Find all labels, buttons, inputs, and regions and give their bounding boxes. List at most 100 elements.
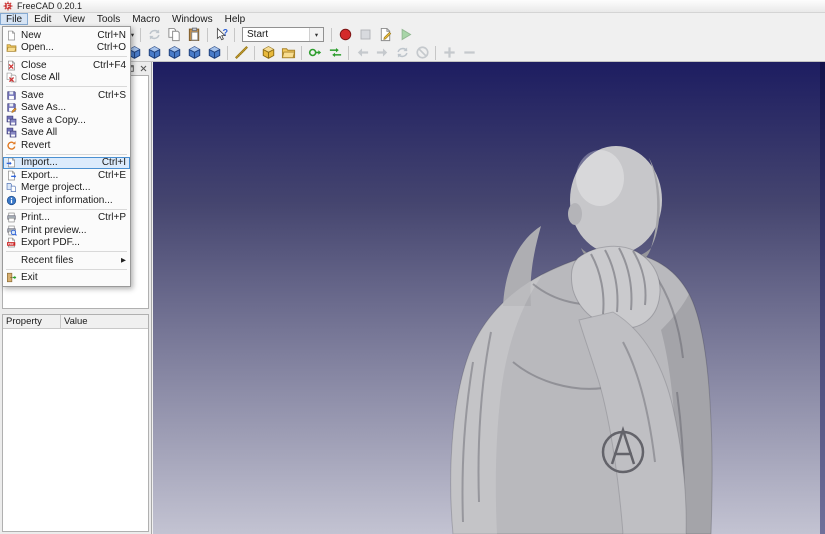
menu-item-export[interactable]: Export...Ctrl+E: [3, 169, 130, 182]
menu-item-exit[interactable]: Exit: [3, 272, 130, 285]
info-icon: [6, 195, 21, 206]
paste-button[interactable]: [184, 26, 204, 43]
close-doc-icon: [6, 60, 21, 71]
menu-windows[interactable]: Windows: [166, 13, 219, 25]
view-rear-icon: [167, 45, 182, 60]
macro-edit-button[interactable]: [375, 26, 395, 43]
svg-text:PDF: PDF: [8, 242, 14, 246]
zoom-out-icon: [462, 45, 477, 60]
dock-close-button[interactable]: [138, 63, 149, 74]
merge-icon: [6, 182, 21, 193]
create-part-icon: [261, 45, 276, 60]
file-menu-popup: NewCtrl+NOpen...Ctrl+O CloseCtrl+F4Close …: [2, 26, 131, 287]
pdf-icon: PDF: [6, 237, 21, 248]
3d-viewport[interactable]: [153, 62, 825, 534]
menu-help[interactable]: Help: [219, 13, 252, 25]
menu-item-save[interactable]: SaveCtrl+S: [3, 89, 130, 102]
property-column-header[interactable]: Property: [3, 315, 61, 328]
copy-button[interactable]: [164, 26, 184, 43]
value-column-header[interactable]: Value: [61, 315, 148, 328]
web-refresh-button: [392, 44, 412, 61]
view-bottom-button[interactable]: [184, 44, 204, 61]
menu-item-save-a-copy[interactable]: Save a Copy...: [3, 114, 130, 127]
stop-icon: [358, 27, 373, 42]
web-stop-icon: [415, 45, 430, 60]
paste-icon: [187, 27, 202, 42]
record-button[interactable]: [335, 26, 355, 43]
menu-item-revert[interactable]: Revert: [3, 139, 130, 152]
workbench-selector[interactable]: Start▾: [242, 27, 324, 42]
toolbar-separator: [301, 46, 302, 60]
save-icon: [6, 90, 21, 101]
export-icon: [6, 170, 21, 181]
save-as-icon: [6, 102, 21, 113]
import-icon: [6, 157, 21, 168]
menu-tools[interactable]: Tools: [91, 13, 126, 25]
menu-item-save-all[interactable]: Save All: [3, 127, 130, 140]
view-right-button[interactable]: [144, 44, 164, 61]
link-replace-button[interactable]: [325, 44, 345, 61]
menubar: FileEditViewToolsMacroWindowsHelp: [0, 13, 825, 25]
nav-back-button: [352, 44, 372, 61]
menu-item-open[interactable]: Open...Ctrl+O: [3, 42, 130, 55]
svg-text:?: ?: [222, 27, 227, 37]
exit-icon: [6, 272, 21, 283]
toolbar-separator: [435, 46, 436, 60]
menu-item-export-pdf[interactable]: PDFExport PDF...: [3, 237, 130, 250]
web-refresh-icon: [395, 45, 410, 60]
menu-item-new[interactable]: NewCtrl+N: [3, 29, 130, 42]
stop-button: [355, 26, 375, 43]
menu-item-close-all[interactable]: Close All: [3, 72, 130, 85]
menu-separator: [6, 269, 127, 270]
viewport-edge-shade: [820, 62, 825, 534]
toolbar-separator: [227, 46, 228, 60]
menu-item-print[interactable]: Print...Ctrl+P: [3, 212, 130, 225]
toolbar-separator: [348, 46, 349, 60]
copy-icon: [167, 27, 182, 42]
menu-macro[interactable]: Macro: [126, 13, 166, 25]
whatsthis-button[interactable]: ?: [211, 26, 231, 43]
nav-forward-icon: [375, 45, 390, 60]
toolbar-separator: [254, 46, 255, 60]
menu-separator: [6, 86, 127, 87]
new-page-icon: [6, 30, 21, 41]
view-left-button[interactable]: [204, 44, 224, 61]
menu-item-recent-files[interactable]: Recent files▶: [3, 254, 130, 267]
view-rear-button[interactable]: [164, 44, 184, 61]
facepalm-statue-model[interactable]: [153, 62, 825, 534]
link-make-icon: [308, 45, 323, 60]
menu-file[interactable]: File: [0, 13, 28, 25]
menu-item-project-information[interactable]: Project information...: [3, 194, 130, 207]
menu-item-save-as[interactable]: Save As...: [3, 102, 130, 115]
save-all-icon: [6, 127, 21, 138]
property-editor: Property Value: [2, 314, 149, 532]
close-all-icon: [6, 72, 21, 83]
freecad-window: F FreeCAD 0.20.1 FileEditViewToolsMacroW…: [0, 0, 825, 534]
measure-button[interactable]: [231, 44, 251, 61]
property-editor-header: Property Value: [3, 315, 148, 329]
menu-item-print-preview[interactable]: Print preview...: [3, 224, 130, 237]
menu-separator: [6, 154, 127, 155]
menu-item-import[interactable]: Import...Ctrl+I: [3, 157, 130, 170]
nav-back-icon: [355, 45, 370, 60]
save-copy-icon: [6, 115, 21, 126]
link-make-button[interactable]: [305, 44, 325, 61]
menu-separator: [6, 251, 127, 252]
menu-separator: [6, 56, 127, 57]
menu-edit[interactable]: Edit: [28, 13, 57, 25]
menu-view[interactable]: View: [57, 13, 91, 25]
link-replace-icon: [328, 45, 343, 60]
chevron-down-icon[interactable]: ▾: [309, 28, 323, 41]
view-right-icon: [147, 45, 162, 60]
property-rows: [3, 329, 148, 531]
create-group-button[interactable]: [278, 44, 298, 61]
play-button: [395, 26, 415, 43]
menu-item-merge-project[interactable]: Merge project...: [3, 182, 130, 195]
play-icon: [398, 27, 413, 42]
menu-item-close[interactable]: CloseCtrl+F4: [3, 59, 130, 72]
submenu-arrow-icon: ▶: [121, 256, 126, 264]
titlebar: F FreeCAD 0.20.1: [0, 0, 825, 13]
create-group-icon: [281, 45, 296, 60]
create-part-button[interactable]: [258, 44, 278, 61]
refresh-button: [144, 26, 164, 43]
